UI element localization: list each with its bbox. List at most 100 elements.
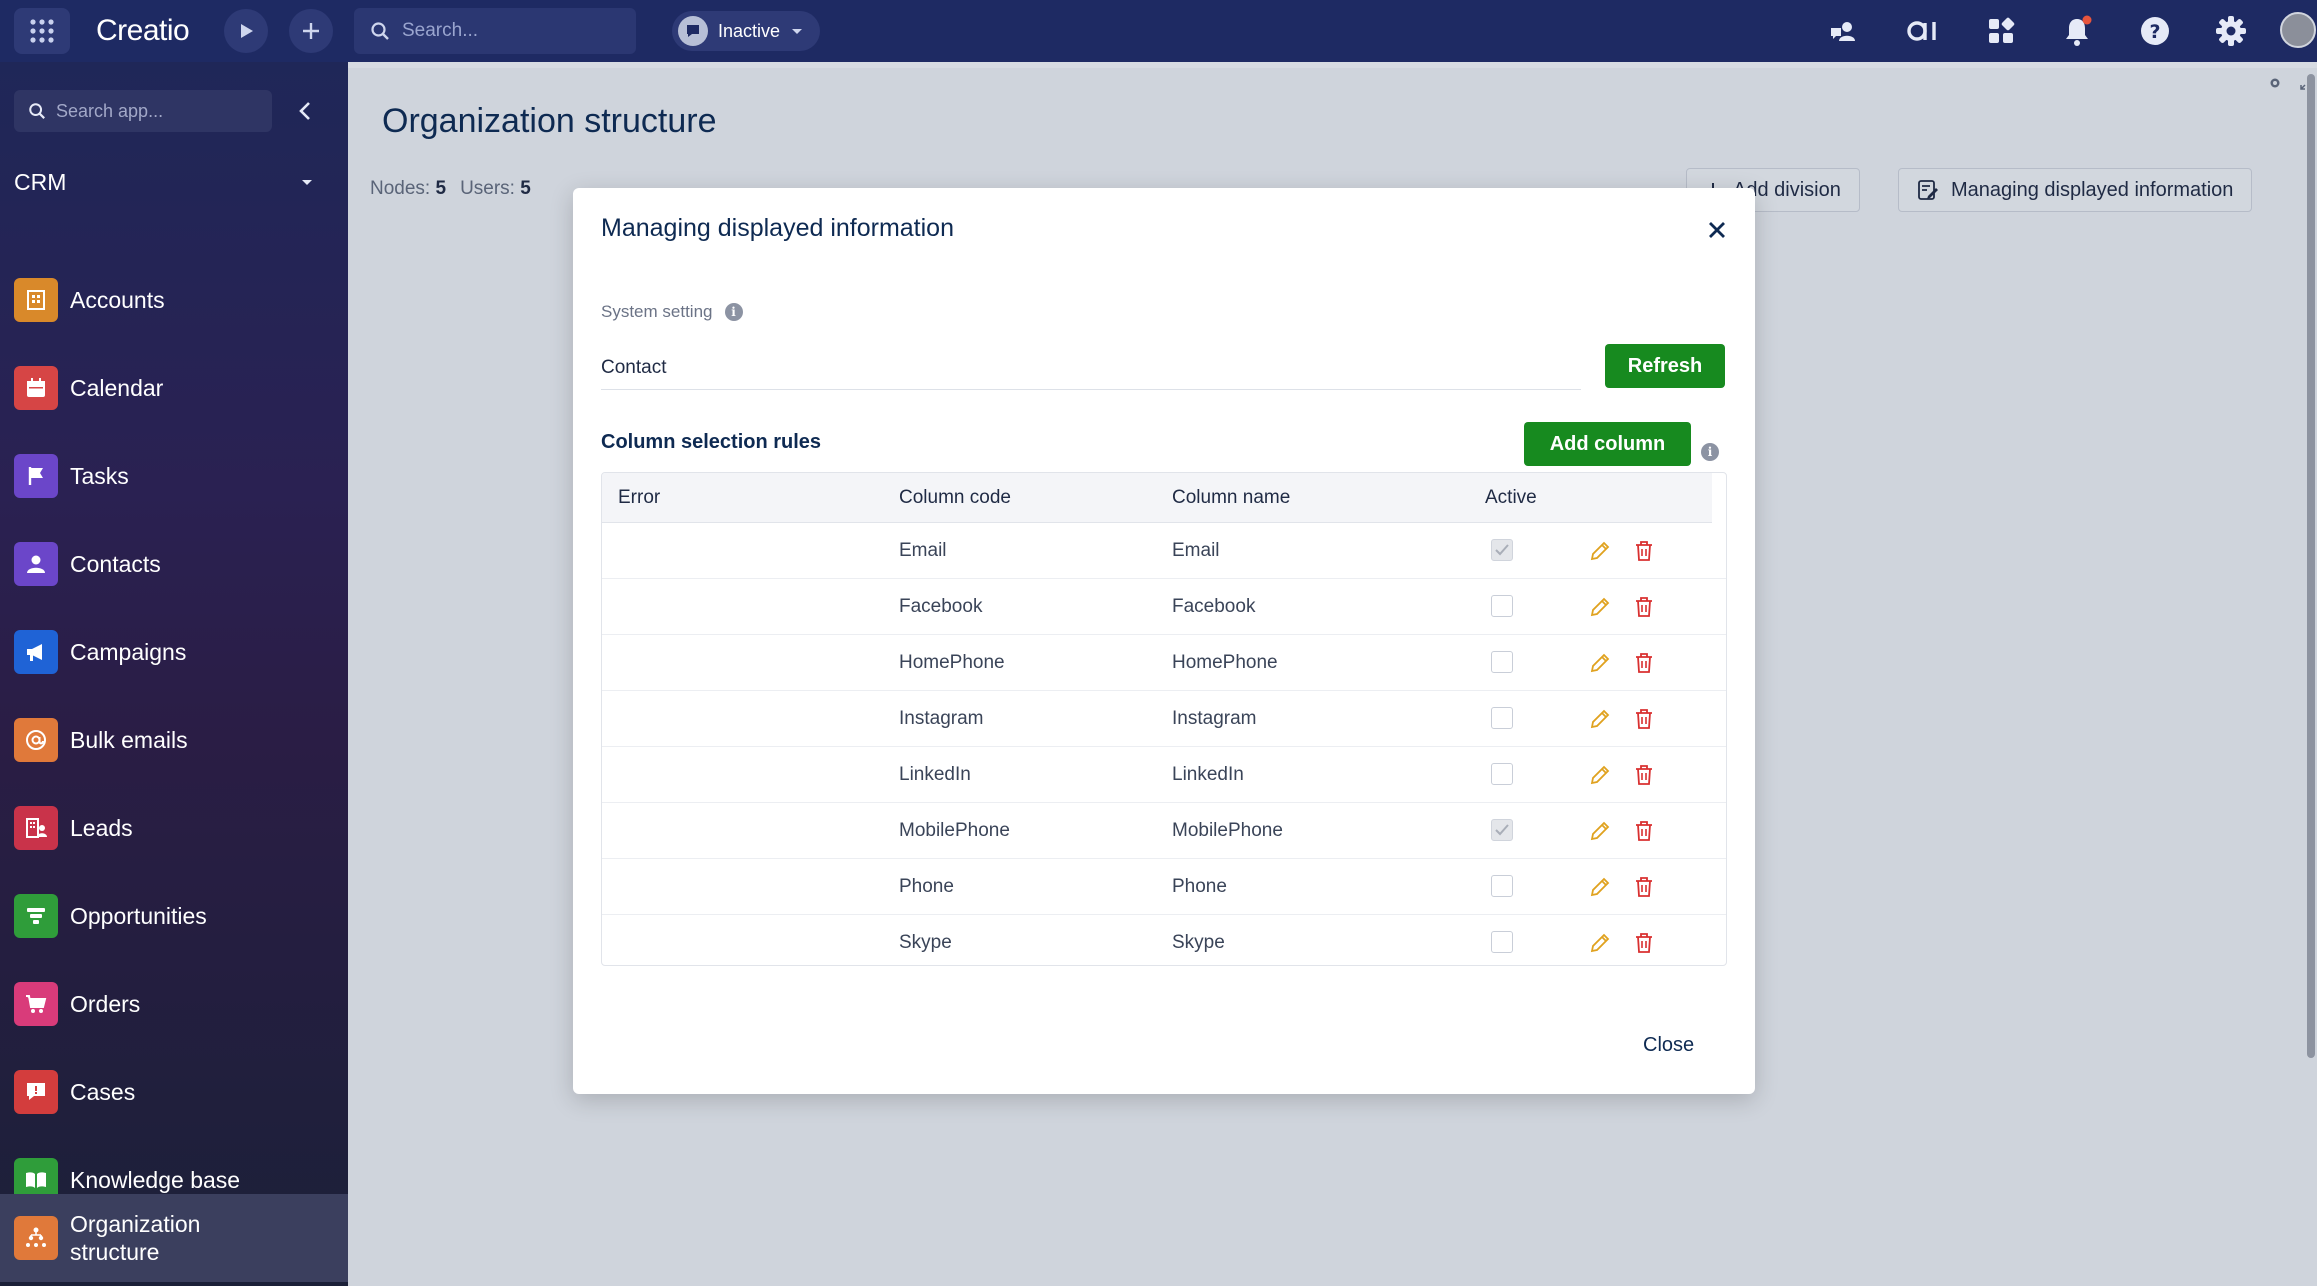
column-code-cell: Email <box>899 540 947 561</box>
active-checkbox[interactable] <box>1491 875 1513 897</box>
workspace-label: CRM <box>14 168 67 195</box>
table-row[interactable]: Instagram Instagram <box>602 691 1726 747</box>
ai-button[interactable] <box>1904 12 1942 50</box>
sidebar-item-opportunities[interactable]: Opportunities <box>0 886 348 946</box>
delete-button[interactable] <box>1630 649 1658 677</box>
pencil-icon <box>1590 709 1610 729</box>
trash-icon <box>1636 653 1652 673</box>
table-row[interactable]: MobilePhone MobilePhone <box>602 803 1726 859</box>
sidebar-item-organization-structure[interactable]: Organization structure <box>0 1194 348 1282</box>
sidebar-item-calendar[interactable]: Calendar <box>0 358 348 418</box>
delete-button[interactable] <box>1630 537 1658 565</box>
system-setting-text: System setting <box>601 302 713 321</box>
table-row[interactable]: Email Email <box>602 523 1726 579</box>
delete-button[interactable] <box>1630 817 1658 845</box>
table-row[interactable]: LinkedIn LinkedIn <box>602 747 1726 803</box>
active-checkbox[interactable] <box>1491 931 1513 953</box>
flag-icon <box>14 454 58 498</box>
sidebar-item-tasks[interactable]: Tasks <box>0 446 348 506</box>
chevron-down-icon <box>792 29 803 34</box>
org-chart-icon <box>14 1216 58 1260</box>
active-checkbox[interactable] <box>1491 763 1513 785</box>
add-column-button[interactable]: Add column <box>1524 422 1691 466</box>
dialog-close-button[interactable] <box>1701 214 1733 246</box>
column-header-name[interactable]: Column name <box>1172 487 1290 509</box>
user-avatar[interactable] <box>2280 12 2316 48</box>
active-checkbox[interactable] <box>1491 819 1513 841</box>
sidebar-item-campaigns[interactable]: Campaigns <box>0 622 348 682</box>
delete-button[interactable] <box>1630 761 1658 789</box>
settings-button[interactable] <box>2212 12 2250 50</box>
edit-button[interactable] <box>1586 873 1614 901</box>
column-name-cell: Phone <box>1172 876 1227 897</box>
ai-icon <box>1907 21 1936 41</box>
create-button[interactable] <box>289 9 333 53</box>
megaphone-icon <box>14 630 58 674</box>
creatio-logo[interactable]: Creatio <box>96 14 190 48</box>
dialog-title: Managing displayed information <box>601 214 954 242</box>
sidebar-item-bulk-emails[interactable]: Bulk emails <box>0 710 348 770</box>
app-search[interactable] <box>14 90 272 132</box>
column-header-active[interactable]: Active <box>1485 487 1537 509</box>
gear-icon[interactable] <box>2268 76 2282 90</box>
sidebar-item-cases[interactable]: Cases <box>0 1062 348 1122</box>
delete-button[interactable] <box>1630 873 1658 901</box>
global-search[interactable] <box>354 8 636 54</box>
app-search-input[interactable] <box>56 100 256 122</box>
delete-button[interactable] <box>1630 593 1658 621</box>
leads-icon <box>14 806 58 850</box>
table-row[interactable]: Facebook Facebook <box>602 579 1726 635</box>
apps-button[interactable] <box>1982 12 2020 50</box>
edit-button[interactable] <box>1586 761 1614 789</box>
column-header-code[interactable]: Column code <box>899 487 1011 509</box>
column-header-error[interactable]: Error <box>618 487 660 509</box>
column-name-cell: LinkedIn <box>1172 764 1244 785</box>
sidebar-item-label: Tasks <box>70 462 129 489</box>
sidebar-item-contacts[interactable]: Contacts <box>0 534 348 594</box>
active-checkbox[interactable] <box>1491 651 1513 673</box>
column-code-cell: Facebook <box>899 596 983 617</box>
info-icon[interactable]: i <box>1701 443 1719 461</box>
delete-button[interactable] <box>1630 929 1658 957</box>
refresh-button[interactable]: Refresh <box>1605 344 1725 388</box>
edit-button[interactable] <box>1586 705 1614 733</box>
collapse-sidebar-button[interactable] <box>290 94 320 128</box>
app-launcher-button[interactable] <box>14 8 70 54</box>
workspace-selector[interactable]: CRM <box>14 162 314 202</box>
agent-desktop-button[interactable] <box>1824 12 1862 50</box>
edit-button[interactable] <box>1586 649 1614 677</box>
edit-button[interactable] <box>1586 817 1614 845</box>
sidebar-item-accounts[interactable]: Accounts <box>0 270 348 330</box>
table-row[interactable]: Phone Phone <box>602 859 1726 915</box>
close-button[interactable]: Close <box>1643 1034 1694 1057</box>
active-checkbox[interactable] <box>1491 539 1513 561</box>
managing-displayed-information-button[interactable]: Managing displayed information <box>1898 168 2253 212</box>
help-button[interactable]: ? <box>2136 12 2174 50</box>
managing-info-label: Managing displayed information <box>1951 178 2234 201</box>
active-checkbox[interactable] <box>1491 595 1513 617</box>
edit-button[interactable] <box>1586 929 1614 957</box>
communication-status-dropdown[interactable]: Inactive <box>672 11 821 51</box>
edit-button[interactable] <box>1586 593 1614 621</box>
edit-button[interactable] <box>1586 537 1614 565</box>
notifications-button[interactable] <box>2058 12 2096 50</box>
delete-button[interactable] <box>1630 705 1658 733</box>
close-icon <box>1709 222 1725 238</box>
table-row[interactable]: HomePhone HomePhone <box>602 635 1726 691</box>
sidebar-item-label: Calendar <box>70 374 164 401</box>
sidebar-item-leads[interactable]: Leads <box>0 798 348 858</box>
sidebar-item-orders[interactable]: Orders <box>0 974 348 1034</box>
system-setting-input[interactable] <box>601 356 1581 379</box>
run-process-button[interactable] <box>224 9 268 53</box>
checkmark-icon <box>1495 824 1509 836</box>
system-setting-field[interactable] <box>601 346 1581 390</box>
info-icon[interactable]: i <box>724 303 743 321</box>
pencil-icon <box>1590 933 1610 953</box>
active-checkbox[interactable] <box>1491 707 1513 729</box>
global-search-input[interactable] <box>402 20 622 42</box>
table-row[interactable]: Skype Skype <box>602 915 1726 965</box>
page-scrollbar[interactable] <box>2307 74 2315 1058</box>
sidebar-item-label: Orders <box>70 990 141 1017</box>
sidebar-item-label: Knowledge base <box>70 1166 241 1193</box>
pencil-icon <box>1590 821 1610 841</box>
